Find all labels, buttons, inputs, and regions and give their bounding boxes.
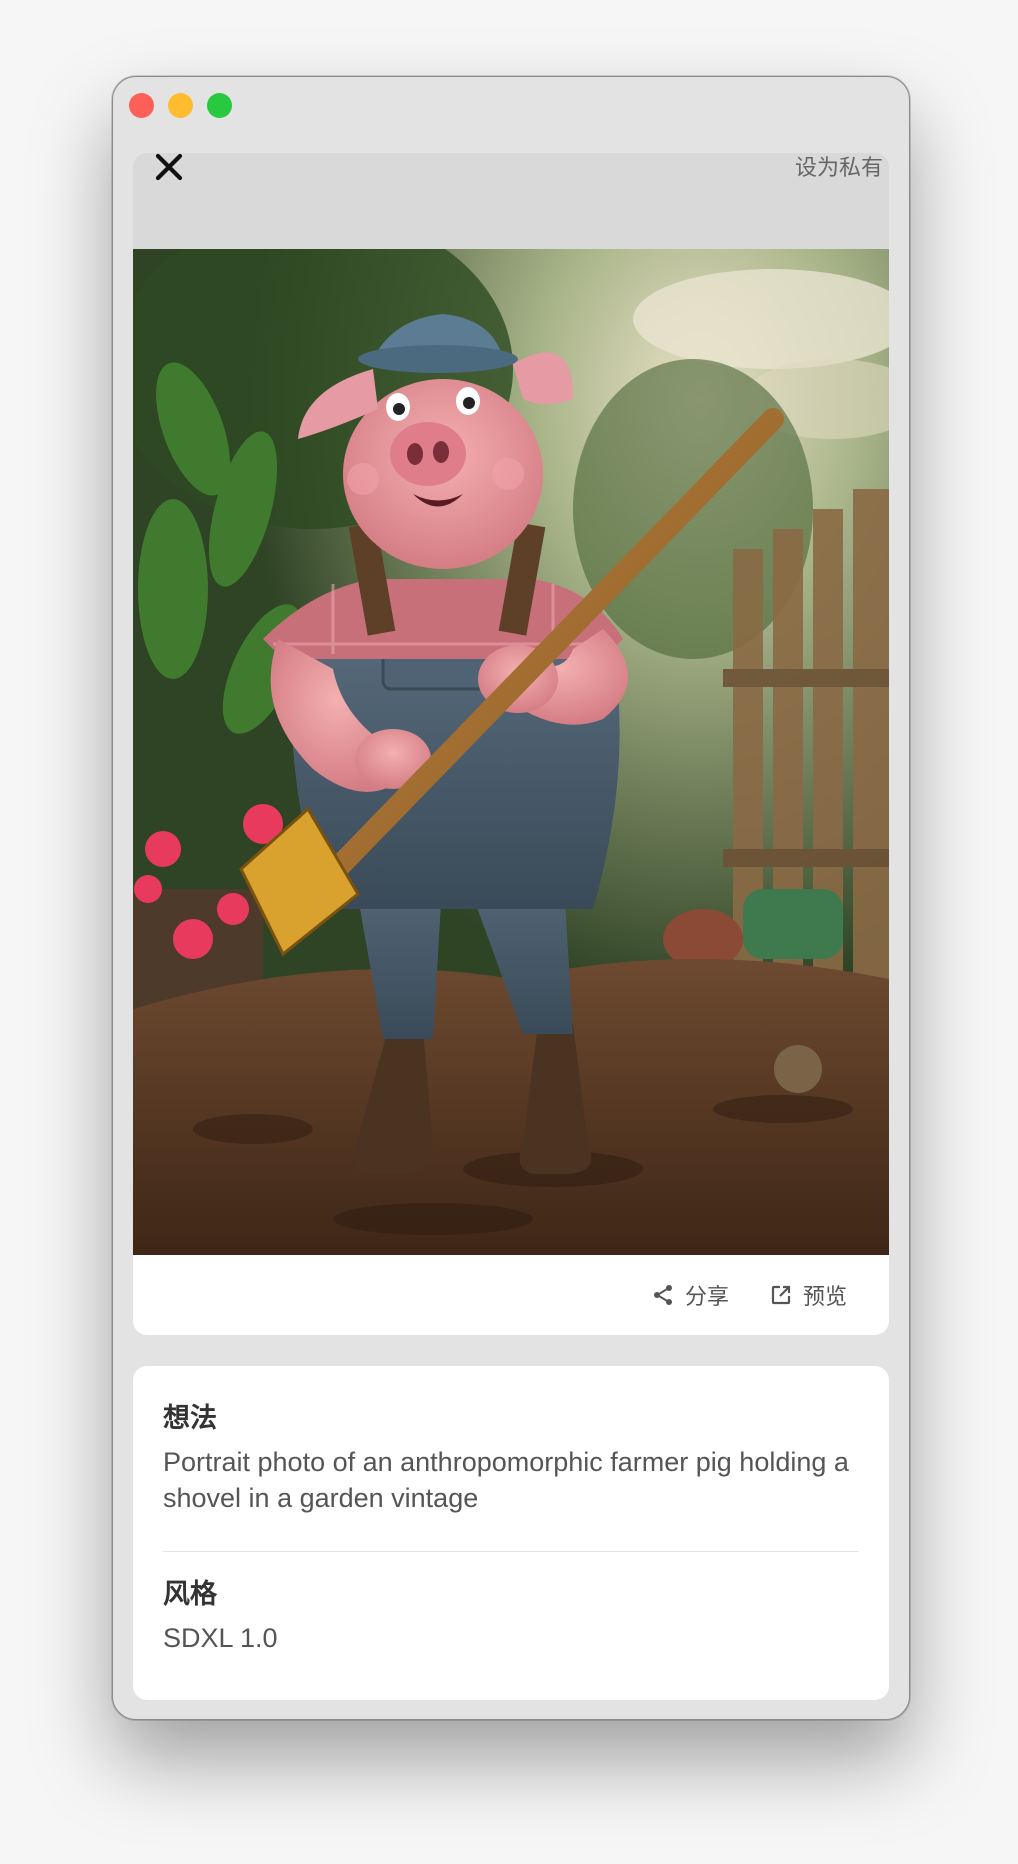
- divider: [163, 1551, 859, 1552]
- style-value: SDXL 1.0: [163, 1623, 278, 1653]
- share-label: 分享: [685, 1284, 730, 1309]
- external-link-icon: [771, 1285, 791, 1305]
- image-header: 设为私有: [133, 153, 889, 251]
- window-controls: [129, 93, 232, 118]
- style-heading: 风格: [163, 1579, 217, 1609]
- make-private-button[interactable]: 设为私有: [795, 150, 883, 182]
- idea-heading: 想法: [163, 1403, 217, 1433]
- minimize-window-button[interactable]: [168, 93, 193, 118]
- zoom-window-button[interactable]: [207, 93, 232, 118]
- image-action-bar: 分享 预览: [133, 1255, 889, 1335]
- share-button[interactable]: 分享: [651, 1279, 729, 1311]
- prompt-text: Portrait photo of an anthropomorphic far…: [163, 1447, 849, 1513]
- close-icon[interactable]: [149, 147, 189, 187]
- preview-label: 预览: [803, 1284, 848, 1309]
- app-window: 设为私有 分享 预览 想法 Portrait photo of an anthr…: [112, 76, 910, 1720]
- preview-button[interactable]: 预览: [769, 1279, 847, 1311]
- generated-image[interactable]: [133, 249, 889, 1255]
- details-card: 想法 Portrait photo of an anthropomorphic …: [133, 1366, 889, 1700]
- share-icon: [654, 1285, 672, 1305]
- close-window-button[interactable]: [129, 93, 154, 118]
